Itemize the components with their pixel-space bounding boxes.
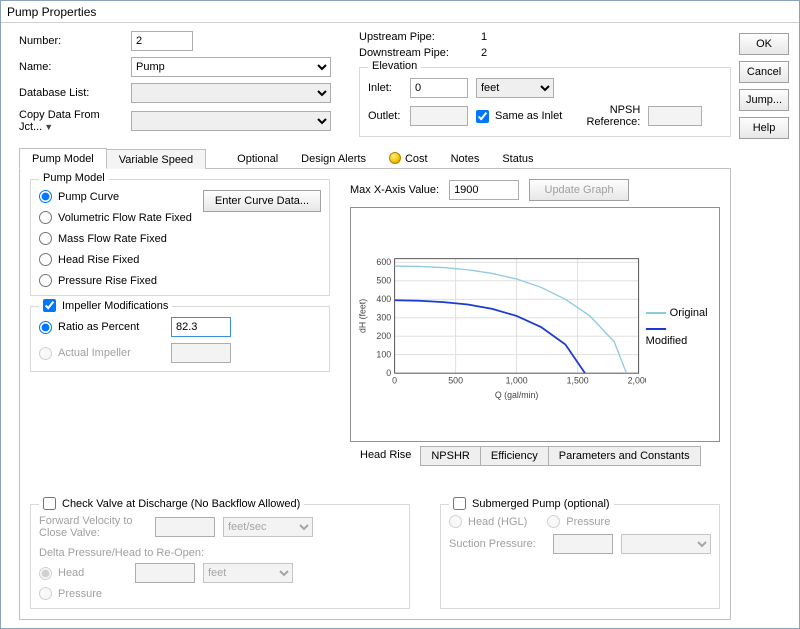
- suction-pressure-unit: [621, 534, 711, 554]
- subtab-params[interactable]: Parameters and Constants: [548, 446, 701, 466]
- database-label: Database List:: [19, 87, 127, 99]
- suction-pressure-input: [553, 534, 613, 554]
- svg-text:2,000: 2,000: [628, 376, 646, 386]
- tab-cost[interactable]: Cost: [377, 148, 440, 168]
- titlebar: Pump Properties: [1, 1, 799, 23]
- number-label: Number:: [19, 35, 127, 47]
- cv-head-unit: feet: [203, 563, 293, 583]
- inlet-input[interactable]: [410, 78, 468, 98]
- tab-design-alerts[interactable]: Design Alerts: [289, 149, 378, 168]
- same-as-inlet-check[interactable]: Same as Inlet: [476, 110, 562, 123]
- opt-actual-impeller: Actual Impeller: [39, 347, 167, 360]
- subtab-head-rise[interactable]: Head Rise: [350, 446, 421, 466]
- tab-optional[interactable]: Optional: [225, 149, 290, 168]
- downstream-pipe-label: Downstream Pipe:: [359, 47, 477, 59]
- pump-curve-chart: 0 100 200 300 400 500 600 0 500 1,000 1,500 2,000 dH…: [350, 207, 720, 442]
- ratio-percent-input[interactable]: [171, 317, 231, 337]
- svg-text:200: 200: [376, 331, 391, 341]
- opt-mass-flow-fixed[interactable]: Mass Flow Rate Fixed: [39, 232, 203, 245]
- suction-pressure-label: Suction Pressure:: [449, 538, 549, 550]
- enter-curve-data-button[interactable]: Enter Curve Data...: [203, 190, 321, 212]
- main-tabbar: Pump Model Variable Speed Optional Desig…: [19, 147, 731, 168]
- svg-text:dH (feet): dH (feet): [358, 299, 368, 333]
- fwd-velocity-input: [155, 517, 215, 537]
- svg-text:100: 100: [376, 349, 391, 359]
- inlet-unit-select[interactable]: feet: [476, 78, 554, 98]
- chevron-down-icon: ▼: [44, 122, 53, 132]
- cv-head-input: [135, 563, 195, 583]
- opt-head-rise-fixed[interactable]: Head Rise Fixed: [39, 253, 203, 266]
- svg-text:0: 0: [386, 368, 391, 378]
- ok-button[interactable]: OK: [739, 33, 789, 55]
- opt-pressure-rise-fixed[interactable]: Pressure Rise Fixed: [39, 274, 203, 287]
- svg-text:0: 0: [392, 376, 397, 386]
- pump-model-legend: Pump Model: [39, 172, 109, 184]
- actual-impeller-input: [171, 343, 231, 363]
- subtab-efficiency[interactable]: Efficiency: [480, 446, 549, 466]
- copy-data-select[interactable]: [131, 111, 331, 131]
- legend-original: Original: [646, 307, 711, 319]
- opt-cv-pressure: Pressure: [39, 587, 131, 600]
- svg-text:400: 400: [376, 294, 391, 304]
- outlet-input: [410, 106, 468, 126]
- svg-text:Q (gal/min): Q (gal/min): [495, 390, 539, 400]
- max-x-axis-label: Max X-Axis Value:: [350, 184, 439, 196]
- opt-pump-curve[interactable]: Pump Curve: [39, 190, 203, 203]
- downstream-pipe-value: 2: [481, 47, 487, 59]
- outlet-label: Outlet:: [368, 110, 406, 122]
- impeller-mod-check[interactable]: Impeller Modifications: [39, 299, 172, 312]
- pump-properties-dialog: Pump Properties Number: Name: Pump: [0, 0, 800, 629]
- svg-text:1,500: 1,500: [567, 376, 589, 386]
- cancel-button[interactable]: Cancel: [739, 61, 789, 83]
- svg-text:300: 300: [376, 312, 391, 322]
- subtab-npshr[interactable]: NPSHR: [420, 446, 481, 466]
- delta-label: Delta Pressure/Head to Re-Open:: [39, 547, 401, 559]
- cost-icon: [389, 152, 401, 164]
- tab-pump-model[interactable]: Pump Model: [19, 148, 107, 169]
- svg-text:500: 500: [376, 275, 391, 285]
- opt-sp-pressure: Pressure: [547, 515, 610, 528]
- help-button[interactable]: Help: [739, 117, 789, 139]
- tab-notes[interactable]: Notes: [439, 149, 492, 168]
- opt-cv-head: Head: [39, 567, 131, 580]
- opt-vol-flow-fixed[interactable]: Volumetric Flow Rate Fixed: [39, 211, 203, 224]
- svg-text:1,000: 1,000: [506, 376, 528, 386]
- copy-data-label[interactable]: Copy Data From Jct...▼: [19, 109, 127, 133]
- upstream-pipe-value: 1: [481, 31, 487, 43]
- update-graph-button: Update Graph: [529, 179, 629, 201]
- name-select[interactable]: Pump: [131, 57, 331, 77]
- opt-ratio-percent[interactable]: Ratio as Percent: [39, 321, 167, 334]
- submerged-pump-check[interactable]: Submerged Pump (optional): [449, 497, 614, 510]
- fwd-velocity-unit: feet/sec: [223, 517, 313, 537]
- opt-sp-head: Head (HGL): [449, 515, 527, 528]
- database-select[interactable]: [131, 83, 331, 103]
- svg-text:600: 600: [376, 257, 391, 267]
- fwd-velocity-label: Forward Velocity to Close Valve:: [39, 515, 151, 539]
- tab-status[interactable]: Status: [490, 149, 545, 168]
- npsh-reference-label: NPSH Reference:: [580, 104, 640, 128]
- number-input[interactable]: [131, 31, 193, 51]
- check-valve-check[interactable]: Check Valve at Discharge (No Backflow Al…: [39, 497, 304, 510]
- tab-variable-speed[interactable]: Variable Speed: [106, 149, 206, 169]
- upstream-pipe-label: Upstream Pipe:: [359, 31, 477, 43]
- legend-modified: Modified: [646, 323, 711, 347]
- max-x-axis-input[interactable]: [449, 180, 519, 200]
- elevation-legend: Elevation: [368, 60, 421, 72]
- name-label: Name:: [19, 61, 127, 73]
- jump-button[interactable]: Jump...: [739, 89, 789, 111]
- npsh-reference-input: [648, 106, 702, 126]
- svg-text:500: 500: [448, 376, 463, 386]
- inlet-label: Inlet:: [368, 82, 406, 94]
- chart-svg: 0 100 200 300 400 500 600 0 500 1,000 1,500 2,000 dH…: [355, 216, 646, 437]
